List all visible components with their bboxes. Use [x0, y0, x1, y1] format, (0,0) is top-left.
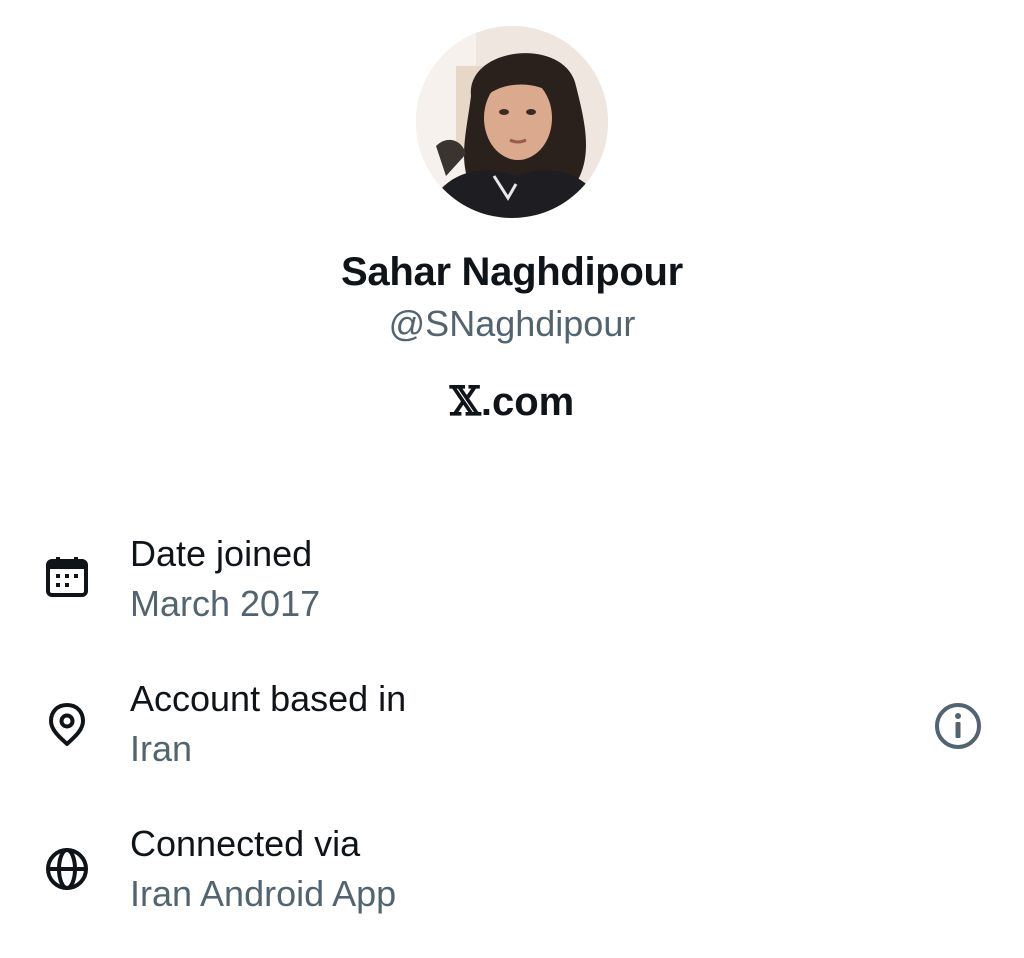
calendar-icon	[44, 554, 90, 600]
detail-label: Date joined	[130, 533, 313, 574]
site-domain: .com	[480, 380, 575, 424]
detail-value: March 2017	[130, 583, 321, 624]
globe-icon	[44, 846, 90, 892]
detail-row-connected-via: Connected via Iran Android App	[0, 822, 1024, 932]
detail-label: Account based in	[130, 678, 407, 719]
site-label: 𝕏.com	[0, 376, 1024, 428]
info-icon-button[interactable]	[932, 700, 984, 752]
user-handle: @SNaghdipour	[388, 303, 636, 344]
detail-label: Connected via	[130, 823, 361, 864]
detail-value: Iran Android App	[130, 873, 397, 914]
display-name: Sahar Naghdipour	[341, 250, 683, 294]
profile-avatar[interactable]	[416, 26, 608, 218]
detail-value: Iran	[130, 728, 193, 769]
detail-row-date-joined: Date joined March 2017	[0, 532, 1024, 642]
info-icon	[935, 703, 981, 749]
location-pin-icon	[44, 701, 90, 747]
detail-row-account-based-in: Account based in Iran	[0, 677, 1024, 787]
avatar-image	[416, 26, 608, 218]
x-logo: 𝕏	[449, 378, 481, 425]
